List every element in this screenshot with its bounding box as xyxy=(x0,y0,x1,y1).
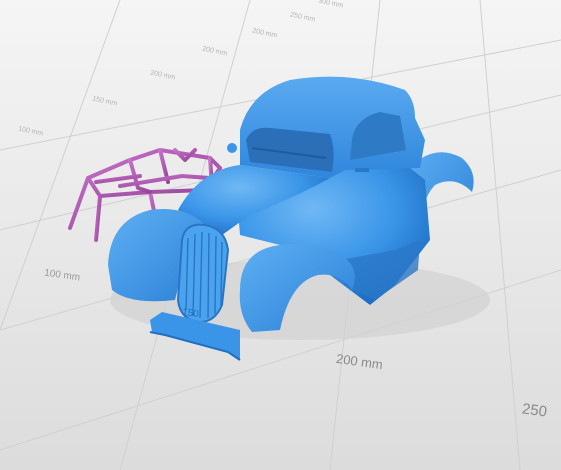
scene-canvas xyxy=(0,0,561,470)
scale-label-left-150: 150 xyxy=(181,306,200,321)
3d-viewport[interactable]: 300 mm 250 mm 200 mm 200 mm 200 mm 150 m… xyxy=(0,0,561,470)
scale-label-bottom-250: 250 xyxy=(520,400,549,421)
door-handle xyxy=(355,168,369,172)
mirror-left xyxy=(227,143,237,153)
